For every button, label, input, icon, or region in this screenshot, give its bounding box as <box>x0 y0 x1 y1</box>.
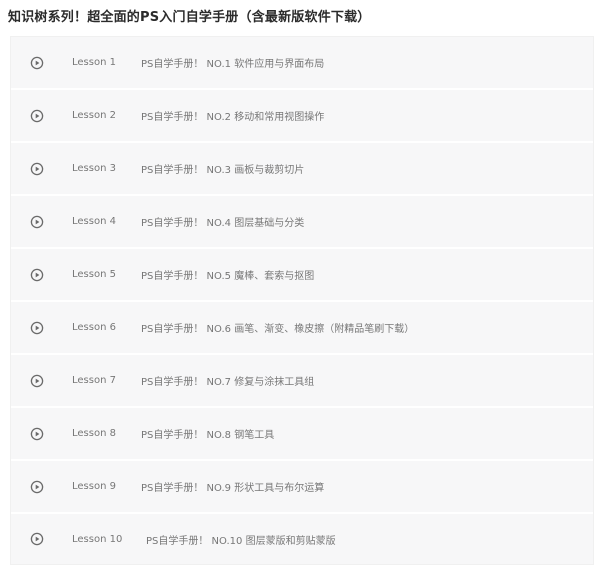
play-circle-icon[interactable] <box>30 268 44 282</box>
lesson-row[interactable]: Lesson 7 PS自学手册！ NO.7 修复与涂抹工具组 <box>11 355 593 408</box>
play-circle-icon[interactable] <box>30 480 44 494</box>
play-circle-icon[interactable] <box>30 532 44 546</box>
play-circle-icon[interactable] <box>30 374 44 388</box>
lesson-number: Lesson 1 <box>72 57 116 68</box>
lesson-number: Lesson 4 <box>72 216 116 227</box>
play-circle-icon[interactable] <box>30 427 44 441</box>
lesson-number: Lesson 5 <box>72 269 116 280</box>
lesson-number: Lesson 2 <box>72 110 116 121</box>
lesson-title[interactable]: PS自学手册！ NO.4 图层基础与分类 <box>141 214 304 229</box>
lesson-title[interactable]: PS自学手册！ NO.8 钢笔工具 <box>141 426 274 441</box>
lesson-row[interactable]: Lesson 5 PS自学手册！ NO.5 魔棒、套索与抠图 <box>11 249 593 302</box>
play-circle-icon[interactable] <box>30 162 44 176</box>
lesson-title[interactable]: PS自学手册！ NO.2 移动和常用视图操作 <box>141 108 324 123</box>
lesson-title[interactable]: PS自学手册！ NO.5 魔棒、套索与抠图 <box>141 267 314 282</box>
course-title: 知识树系列！超全面的PS入门自学手册（含最新版软件下载） <box>8 10 371 25</box>
lesson-number: Lesson 10 <box>72 533 123 545</box>
lesson-row[interactable]: Lesson 8 PS自学手册！ NO.8 钢笔工具 <box>11 408 593 461</box>
lesson-number: Lesson 7 <box>72 375 116 386</box>
play-circle-icon[interactable] <box>30 321 44 335</box>
lesson-title[interactable]: PS自学手册！ NO.1 软件应用与界面布局 <box>141 55 324 70</box>
play-circle-icon[interactable] <box>30 56 44 70</box>
lesson-number: Lesson 9 <box>72 481 116 492</box>
lesson-title[interactable]: PS自学手册！ NO.10 图层蒙版和剪贴蒙版 <box>146 532 336 547</box>
lesson-list: Lesson 1 PS自学手册！ NO.1 软件应用与界面布局 Lesson 2… <box>10 36 594 565</box>
lesson-row[interactable]: Lesson 3 PS自学手册！ NO.3 画板与裁剪切片 <box>11 143 593 196</box>
lesson-number: Lesson 3 <box>72 163 116 174</box>
lesson-title[interactable]: PS自学手册！ NO.7 修复与涂抹工具组 <box>141 373 314 388</box>
lesson-row[interactable]: Lesson 10 PS自学手册！ NO.10 图层蒙版和剪贴蒙版 <box>11 514 593 564</box>
lesson-number: Lesson 6 <box>72 322 116 333</box>
lesson-row[interactable]: Lesson 4 PS自学手册！ NO.4 图层基础与分类 <box>11 196 593 249</box>
play-circle-icon[interactable] <box>30 109 44 123</box>
lesson-row[interactable]: Lesson 1 PS自学手册！ NO.1 软件应用与界面布局 <box>11 37 593 90</box>
lesson-row[interactable]: Lesson 2 PS自学手册！ NO.2 移动和常用视图操作 <box>11 90 593 143</box>
lesson-title[interactable]: PS自学手册！ NO.6 画笔、渐变、橡皮擦（附精品笔刷下载） <box>141 320 414 335</box>
lesson-title[interactable]: PS自学手册！ NO.3 画板与裁剪切片 <box>141 161 304 176</box>
lesson-title[interactable]: PS自学手册！ NO.9 形状工具与布尔运算 <box>141 479 324 494</box>
lesson-row[interactable]: Lesson 9 PS自学手册！ NO.9 形状工具与布尔运算 <box>11 461 593 514</box>
lesson-number: Lesson 8 <box>72 428 116 439</box>
lesson-row[interactable]: Lesson 6 PS自学手册！ NO.6 画笔、渐变、橡皮擦（附精品笔刷下载） <box>11 302 593 355</box>
play-circle-icon[interactable] <box>30 215 44 229</box>
